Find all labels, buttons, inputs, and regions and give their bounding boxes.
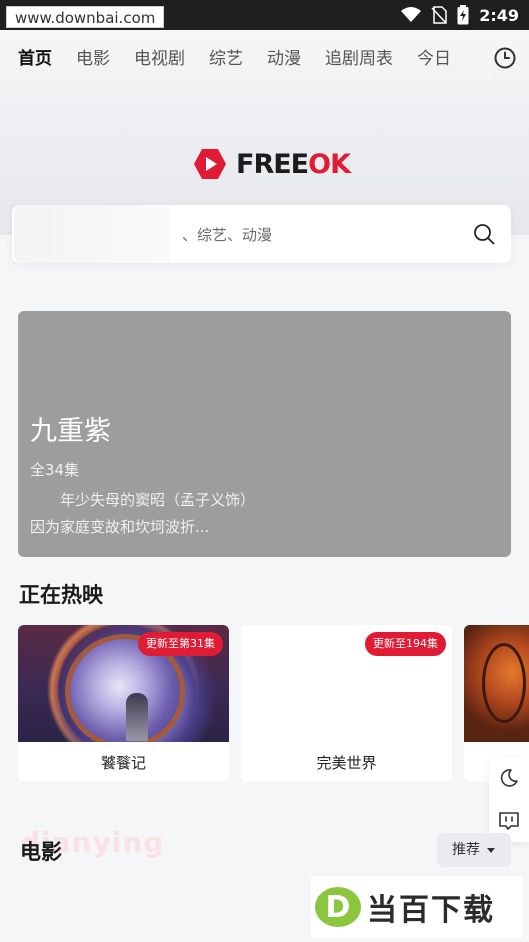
freeok-logo: FREEOK	[194, 146, 351, 182]
now-showing-title: 正在热映	[19, 583, 103, 607]
search-placeholder-blurred	[14, 205, 170, 263]
search-placeholder: 、综艺、动漫	[182, 226, 273, 244]
status-icons: 2:49	[401, 4, 519, 26]
poster-art	[482, 643, 526, 723]
update-badge: 更新至194集	[365, 632, 446, 656]
sort-dropdown[interactable]: 推荐	[437, 833, 511, 867]
featured-banner[interactable]: 九重紫 全34集 年少失母的窦昭（孟子义饰）因为家庭变故和坎坷波折...	[18, 311, 511, 557]
show-card[interactable]: 更新至第31集 饕餮记	[18, 625, 229, 782]
sort-label: 推荐	[452, 842, 480, 858]
show-card[interactable]: 更新至194集 完美世界	[241, 625, 452, 782]
status-time: 2:49	[479, 5, 519, 25]
banner-description: 年少失母的窦昭（孟子义饰）因为家庭变故和坎坷波折...	[30, 491, 256, 536]
battery-charging-icon	[457, 5, 469, 25]
update-badge: 更新至第31集	[138, 632, 223, 656]
search-bar[interactable]: 、综艺、动漫	[12, 205, 511, 263]
feedback-message-icon[interactable]	[498, 810, 520, 832]
banner-episodes: 全34集	[30, 461, 80, 479]
tabs-fade	[455, 38, 495, 80]
history-clock-icon[interactable]	[493, 46, 517, 70]
show-poster	[464, 625, 529, 742]
banner-title: 九重紫	[30, 416, 111, 447]
tab-home[interactable]: 首页	[18, 46, 52, 74]
tab-tv-series[interactable]: 电视剧	[134, 46, 185, 74]
show-name: 完美世界	[316, 754, 377, 772]
caret-down-icon	[487, 848, 495, 853]
logo-text-ok: OK	[308, 148, 351, 180]
status-bar: www.downbai.com 2:49	[0, 0, 529, 30]
search-icon[interactable]	[473, 223, 495, 245]
tab-variety[interactable]: 综艺	[209, 46, 243, 74]
site-watermark: www.downbai.com	[6, 6, 165, 28]
category-tabs: 首页 电影 电视剧 综艺 动漫 追剧周表 今日	[18, 46, 475, 76]
tab-weekly-schedule[interactable]: 追剧周表	[325, 46, 393, 74]
tab-today[interactable]: 今日	[417, 46, 451, 74]
watermark-logo: D	[315, 887, 361, 927]
floating-tools	[489, 758, 529, 842]
watermark-text: 当百下载	[367, 893, 495, 928]
download-site-watermark: D 当百下载	[311, 876, 522, 938]
logo-wordmark: FREEOK	[236, 148, 351, 180]
logo-text-free: FREE	[236, 148, 309, 180]
wifi-icon	[401, 7, 422, 22]
show-name: 饕餮记	[100, 754, 146, 772]
tab-movies[interactable]: 电影	[76, 46, 110, 74]
movies-title: 电影	[20, 840, 62, 864]
dark-mode-moon-icon[interactable]	[499, 768, 519, 788]
poster-figure	[126, 693, 148, 741]
tab-anime[interactable]: 动漫	[267, 46, 301, 74]
no-sim-icon	[431, 6, 447, 24]
play-logo-icon	[194, 149, 226, 179]
